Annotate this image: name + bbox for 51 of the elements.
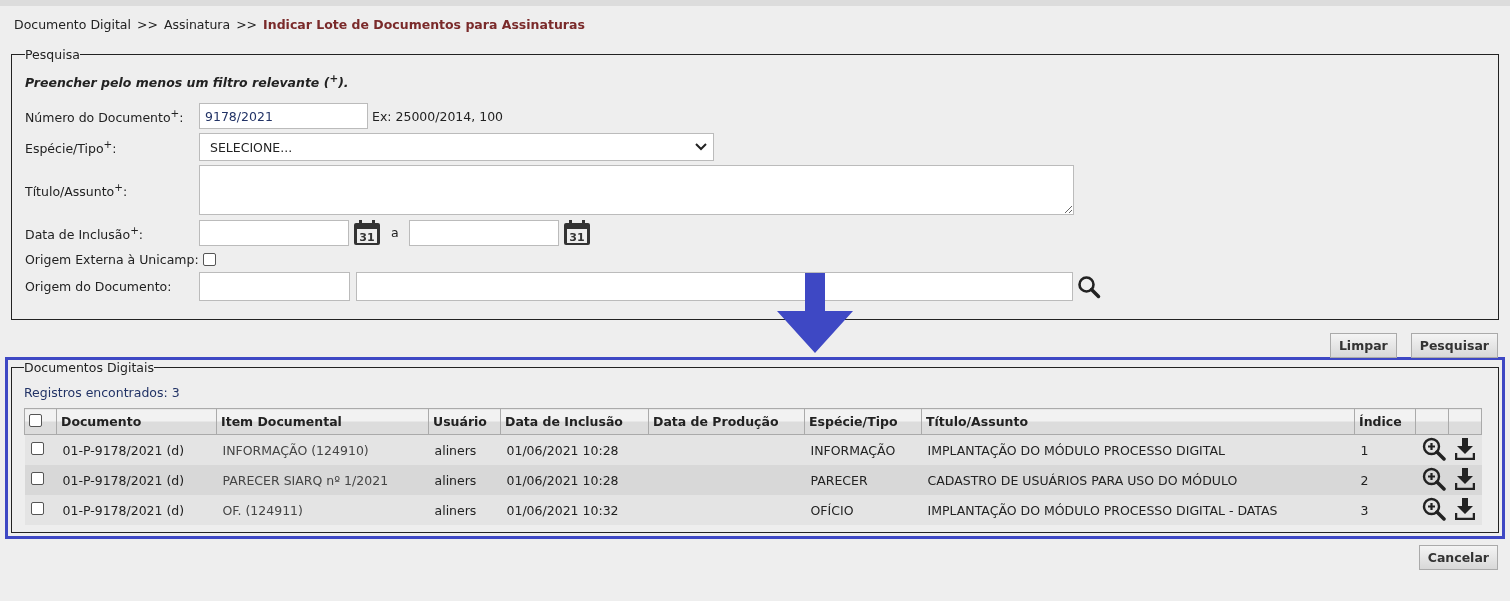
field-label: Origem do Documento:: [25, 279, 173, 295]
table-cell: PARECER SIARQ nº 1/2021: [222, 472, 389, 488]
table-cell: 01-P-9178/2021 (d): [62, 472, 185, 488]
column-header[interactable]: Item Documental: [216, 408, 429, 435]
panel-legend: Pesquisa: [25, 47, 80, 62]
table-cell: IMPLANTAÇÃO DO MÓDULO PROCESSO DIGITAL: [927, 442, 1225, 458]
range-separator: a: [391, 225, 399, 241]
table-cell: aliners: [434, 472, 477, 488]
field-label: Espécie/Tipo$^{+}$:: [25, 138, 118, 157]
table-cell: IMPLANTAÇÃO DO MÓDULO PROCESSO DIGITAL - DATAS: [927, 502, 1278, 518]
table-cell: 3: [1360, 502, 1369, 518]
column-header[interactable]: Índice: [1354, 408, 1416, 435]
table-cell: aliners: [434, 442, 477, 458]
field-label: Número do Documento$^{+}$:: [25, 107, 185, 126]
field-label: Origem Externa à Unicamp:: [25, 251, 199, 267]
table-cell: PARECER: [810, 472, 868, 488]
table-cell: 01-P-9178/2021 (d): [62, 442, 185, 458]
filter-hint: Preencher pelo menos um filtro relevante ($^{+}$).: [25, 72, 350, 91]
table-cell: 01-P-9178/2021 (d): [62, 502, 185, 518]
table-cell: CADASTRO DE USUÁRIOS PARA USO DO MÓDULO: [927, 472, 1238, 488]
column-header[interactable]: Espécie/Tipo: [804, 408, 922, 435]
field-label: Data de Inclusão$^{+}$:: [25, 223, 145, 242]
table-cell: aliners: [434, 502, 477, 518]
column-header[interactable]: Documento: [56, 408, 217, 435]
column-header[interactable]: Data de Produção: [648, 408, 805, 435]
panel-legend: Documentos Digitais: [24, 360, 154, 376]
record-count: Registros encontrados: 3: [24, 385, 181, 401]
column-header[interactable]: Título/Assunto: [921, 408, 1355, 435]
column-header[interactable]: Usuário: [428, 408, 501, 435]
table-cell: INFORMAÇÃO: [810, 442, 896, 458]
search-action-button[interactable]: Pesquisar: [1410, 333, 1498, 359]
table-cell: 01/06/2021 10:28: [506, 472, 619, 488]
document-number-field[interactable]: 9178/2021: [199, 103, 368, 130]
table-cell: OF. (124911): [222, 502, 303, 518]
table-cell: 01/06/2021 10:32: [506, 502, 619, 518]
example-hint: Ex: 25000/2014, 100: [372, 108, 504, 124]
table-cell: OFÍCIO: [810, 502, 854, 518]
table-cell: 01/06/2021 10:28: [506, 442, 619, 458]
breadcrumb-item[interactable]: >>: [236, 17, 258, 37]
column-header[interactable]: Data de Inclusão: [500, 408, 649, 435]
breadcrumb-item[interactable]: Assinatura: [163, 17, 231, 37]
search-action-button[interactable]: Limpar: [1329, 333, 1397, 359]
table-cell: 1: [1360, 442, 1369, 458]
breadcrumb-item[interactable]: Documento Digital: [14, 17, 131, 37]
field-label: Título/Assunto$^{+}$:: [25, 181, 129, 200]
page-title: Indicar Lote de Documentos para Assinaturas: [263, 17, 585, 34]
breadcrumb-item[interactable]: >>: [136, 17, 158, 37]
cancel-button[interactable]: Cancelar: [1418, 545, 1498, 571]
type-select[interactable]: SELECIONE...: [199, 133, 714, 162]
table-cell: INFORMAÇÃO (124910): [222, 442, 369, 458]
table-cell: 2: [1360, 472, 1369, 488]
